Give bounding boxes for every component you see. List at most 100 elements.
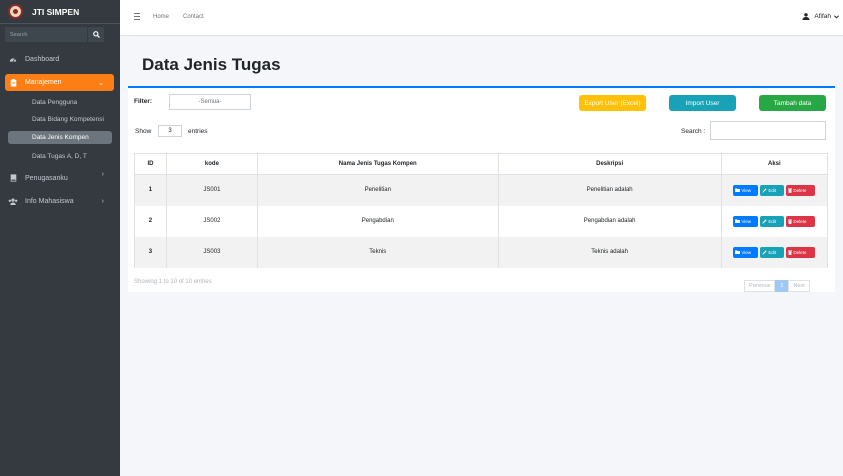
table-row: 2 JS002 Pengabdian Pengabdian adalah Vie… bbox=[134, 205, 829, 237]
view-label: View bbox=[741, 249, 752, 255]
user-menu[interactable]: Afifah bbox=[802, 13, 839, 20]
pencil-icon bbox=[762, 188, 767, 193]
cell-kode: JS003 bbox=[165, 236, 258, 268]
book-icon bbox=[7, 174, 19, 182]
sidebar-item-manajemen[interactable]: Manajemen ⌄ bbox=[5, 74, 114, 91]
search-icon bbox=[92, 31, 100, 38]
edit-label: Edit bbox=[768, 249, 777, 255]
sidebar-subitem-label: Data Jenis Kompen bbox=[32, 134, 89, 141]
cell-id: 1 bbox=[134, 174, 167, 206]
edit-button[interactable]: Edit bbox=[760, 215, 785, 227]
view-button[interactable]: View bbox=[733, 246, 759, 258]
edit-button[interactable]: Edit bbox=[760, 246, 785, 258]
sidebar-item-label: Manajemen bbox=[25, 79, 62, 86]
col-header-aksi: Aksi bbox=[720, 153, 829, 175]
nav-link-contact[interactable]: Contact bbox=[183, 14, 204, 20]
view-button[interactable]: View bbox=[733, 215, 759, 227]
cell-nama: Teknis bbox=[256, 236, 499, 268]
delete-label: Delete bbox=[793, 187, 807, 193]
view-label: View bbox=[741, 218, 752, 224]
edit-label: Edit bbox=[768, 187, 777, 193]
col-header-nama[interactable]: Nama Jenis Tugas Kompen bbox=[256, 153, 499, 175]
cell-deskripsi: Teknis adalah bbox=[497, 236, 722, 268]
export-excel-button[interactable]: Export User (Excel) bbox=[579, 95, 646, 111]
delete-button[interactable]: Delete bbox=[786, 184, 816, 196]
filter-select[interactable]: -Semua- bbox=[169, 94, 251, 110]
cell-nama: Penelitian bbox=[256, 174, 499, 206]
cell-kode: JS002 bbox=[165, 205, 258, 237]
cell-actions: View Edit Delete bbox=[720, 205, 829, 237]
folder-icon bbox=[735, 250, 741, 254]
folder-icon bbox=[735, 219, 741, 223]
pencil-icon bbox=[762, 218, 767, 224]
delete-button[interactable]: Delete bbox=[786, 215, 816, 227]
dashboard-icon bbox=[7, 56, 19, 64]
menu-toggle-icon[interactable] bbox=[134, 13, 140, 20]
users-icon bbox=[7, 197, 19, 205]
delete-button[interactable]: Delete bbox=[786, 246, 816, 258]
chevron-right-icon: › bbox=[101, 197, 104, 205]
import-user-button[interactable]: Import User bbox=[669, 95, 736, 111]
sidebar: JTI SIMPEN Dashboard Manajemen ⌄ Data Pe… bbox=[0, 0, 120, 476]
sidebar-item-label: Penugasanku bbox=[25, 174, 68, 182]
search-button[interactable] bbox=[87, 27, 104, 42]
sidebar-item-info-mahasiswa[interactable]: Info Mahasiswa › bbox=[5, 193, 114, 209]
nav-link-home[interactable]: Home bbox=[153, 14, 169, 20]
view-button[interactable]: View bbox=[733, 184, 759, 196]
cell-deskripsi: Pengabdian adalah bbox=[497, 205, 722, 237]
sidebar-subitem-data-jenis-kompen[interactable]: Data Jenis Kompen bbox=[8, 131, 112, 144]
trash-icon bbox=[788, 219, 793, 224]
sidebar-item-penugasanku[interactable]: Penugasanku › bbox=[5, 170, 114, 186]
table-row: 3 JS003 Teknis Teknis adalah View Edit D… bbox=[134, 236, 829, 268]
topbar: Home Contact Afifah bbox=[120, 0, 843, 36]
sidebar-subitem-data-bidang-kompetensi[interactable]: Data Bidang Kompetensi bbox=[8, 113, 112, 126]
sidebar-item-label: Info Mahasiswa bbox=[25, 197, 74, 205]
sidebar-search-input[interactable] bbox=[5, 27, 87, 42]
pencil-icon bbox=[762, 249, 767, 255]
filter-select-value: -Semua- bbox=[198, 99, 222, 105]
entries-select[interactable]: 3 bbox=[158, 125, 182, 137]
pagination-page[interactable]: 1 bbox=[775, 280, 789, 292]
col-header-kode[interactable]: kode bbox=[165, 153, 258, 175]
sidebar-subitem-label: Data Tugas A, D, T bbox=[32, 153, 87, 160]
add-data-button[interactable]: Tambah data bbox=[759, 95, 826, 111]
col-header-deskripsi[interactable]: Deskripsi bbox=[497, 153, 722, 175]
view-label: View bbox=[741, 187, 752, 193]
sidebar-subitem-data-pengguna[interactable]: Data Pengguna bbox=[8, 96, 112, 109]
cell-id: 2 bbox=[134, 205, 167, 237]
cell-id: 3 bbox=[134, 236, 167, 268]
cell-nama: Pengabdian bbox=[256, 205, 499, 237]
cell-actions: View Edit Delete bbox=[720, 174, 829, 206]
edit-label: Edit bbox=[768, 218, 777, 224]
pagination-next[interactable]: Next bbox=[788, 280, 810, 292]
pagination-previous[interactable]: Previous bbox=[744, 280, 776, 292]
table-info: Showing 1 to 10 of 10 entries bbox=[134, 279, 212, 285]
table-search-input[interactable] bbox=[710, 121, 826, 140]
sidebar-item-dashboard[interactable]: Dashboard bbox=[5, 51, 114, 68]
cell-actions: View Edit Delete bbox=[720, 236, 829, 268]
brand-title: JTI SIMPEN bbox=[32, 6, 80, 17]
sidebar-subitem-label: Data Pengguna bbox=[32, 99, 78, 106]
cell-kode: JS001 bbox=[165, 174, 258, 206]
entries-label: entries bbox=[188, 128, 208, 135]
edit-button[interactable]: Edit bbox=[760, 184, 785, 196]
chevron-down-icon: ⌄ bbox=[98, 79, 104, 87]
sidebar-item-label: Dashboard bbox=[25, 56, 60, 63]
cell-deskripsi: Penelitian adalah bbox=[497, 174, 722, 206]
show-label: Show bbox=[135, 128, 152, 135]
table-row: 1 JS001 Penelitian Penelitian adalah Vie… bbox=[134, 174, 829, 206]
table-search-label: Search : bbox=[681, 128, 706, 135]
sidebar-subitem-label: Data Bidang Kompetensi bbox=[32, 116, 104, 123]
chevron-right-icon: › bbox=[101, 171, 104, 178]
brand-logo bbox=[8, 4, 23, 19]
sidebar-subitem-data-tugas[interactable]: Data Tugas A, D, T bbox=[8, 150, 112, 163]
brand[interactable]: JTI SIMPEN bbox=[0, 0, 120, 24]
trash-icon bbox=[788, 188, 793, 193]
clipboard-icon bbox=[7, 78, 19, 87]
filter-label: Filter: bbox=[134, 98, 153, 105]
user-name: Afifah bbox=[814, 13, 831, 20]
data-table: ID kode Nama Jenis Tugas Kompen Deskrips… bbox=[134, 153, 829, 268]
col-header-id[interactable]: ID bbox=[134, 153, 167, 175]
sidebar-search bbox=[5, 27, 104, 42]
chevron-down-icon bbox=[834, 14, 839, 19]
